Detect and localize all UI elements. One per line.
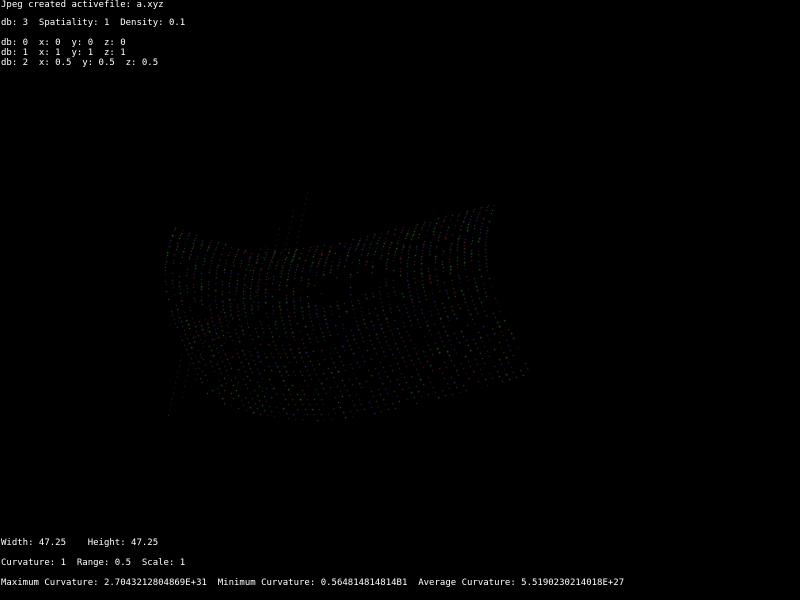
db-summary: db: 3 Spatiality: 1 Density: 0.1 <box>1 18 186 28</box>
db-entry: db: 1 x: 1 y: 1 z: 1 <box>1 48 126 58</box>
curvature-statistics: Maximum Curvature: 2.7043212804869E+31 M… <box>1 578 625 588</box>
dimensions-readout: Width: 47.25 Height: 47.25 <box>1 538 159 548</box>
point-cloud-viewport[interactable] <box>0 0 800 600</box>
db-entry: db: 2 x: 0.5 y: 0.5 z: 0.5 <box>1 58 159 68</box>
status-message: Jpeg created activefile: a.xyz <box>1 0 164 10</box>
db-entry: db: 0 x: 0 y: 0 z: 0 <box>1 38 126 48</box>
parameters-readout: Curvature: 1 Range: 0.5 Scale: 1 <box>1 558 186 568</box>
